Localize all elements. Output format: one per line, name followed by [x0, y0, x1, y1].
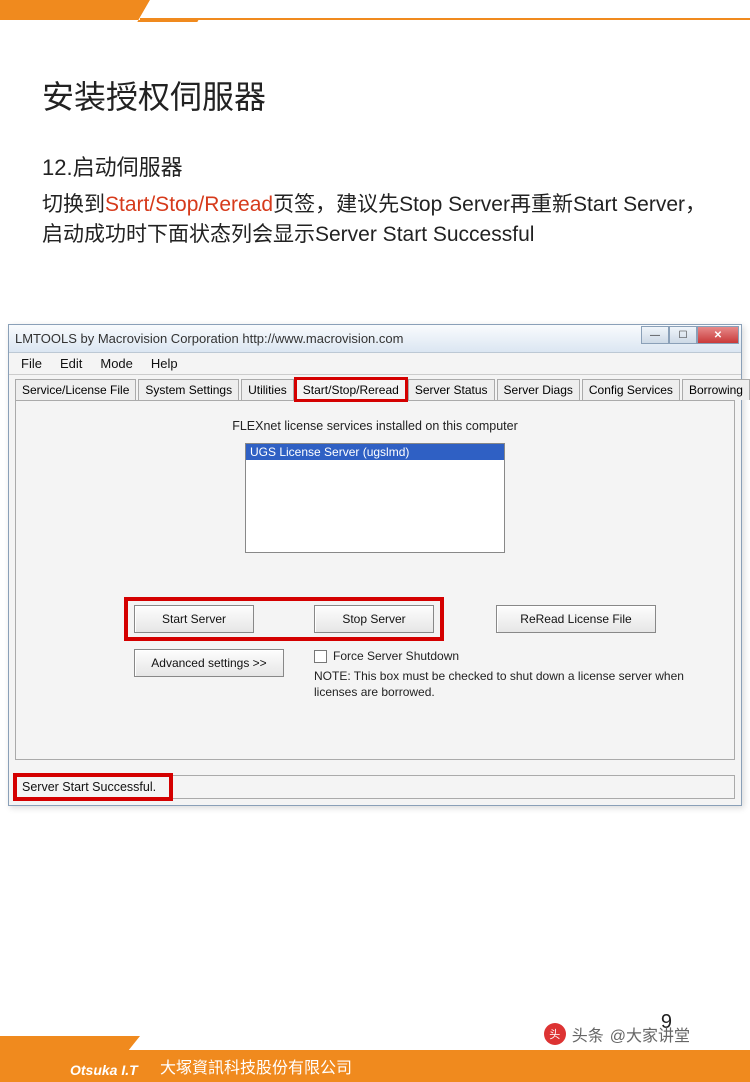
force-shutdown-label: Force Server Shutdown [333, 649, 459, 663]
reread-license-button[interactable]: ReRead License File [496, 605, 656, 633]
services-listbox[interactable]: UGS License Server (ugslmd) [245, 443, 505, 553]
tab-server-status[interactable]: Server Status [408, 379, 495, 400]
close-button[interactable]: ✕ [697, 326, 739, 344]
highlight-text: Start/Stop/Reread [105, 193, 273, 216]
tab-config-services[interactable]: Config Services [582, 379, 680, 400]
attribution-prefix: 头条 [572, 1022, 604, 1046]
attribution-badge-icon: 头 [544, 1023, 566, 1045]
top-accent-line [140, 18, 750, 20]
tab-borrowing[interactable]: Borrowing [682, 379, 750, 400]
note-text: NOTE: This box must be checked to shut d… [314, 669, 714, 700]
window-title: LMTOOLS by Macrovision Corporation http:… [15, 331, 403, 346]
minimize-icon: — [650, 330, 660, 341]
tab-server-diags[interactable]: Server Diags [497, 379, 580, 400]
lmtools-window: LMTOOLS by Macrovision Corporation http:… [8, 324, 742, 806]
status-bar: Server Start Successful. [15, 775, 735, 799]
page-title: 安装授权伺服器 [42, 72, 708, 118]
attribution-handle: @大家讲堂 [610, 1022, 690, 1046]
attribution: 头 头条 @大家讲堂 [544, 1022, 690, 1046]
window-buttons: — ☐ ✕ [641, 326, 739, 344]
menu-edit[interactable]: Edit [52, 354, 90, 373]
tab-panel: FLEXnet license services installed on th… [15, 400, 735, 760]
window-titlebar[interactable]: LMTOOLS by Macrovision Corporation http:… [9, 325, 741, 353]
start-server-button[interactable]: Start Server [134, 605, 254, 633]
menu-help[interactable]: Help [143, 354, 186, 373]
tab-system-settings[interactable]: System Settings [138, 379, 239, 400]
close-icon: ✕ [714, 330, 722, 341]
top-accent-shape [0, 0, 150, 20]
step-heading: 12.启动伺服器 [42, 150, 708, 182]
services-label: FLEXnet license services installed on th… [16, 419, 734, 433]
force-shutdown-checkbox[interactable] [314, 650, 327, 663]
list-item-selected[interactable]: UGS License Server (ugslmd) [246, 444, 504, 460]
footer-logo: Otsuka I.T [70, 1062, 138, 1078]
tab-utilities[interactable]: Utilities [241, 379, 294, 400]
minimize-button[interactable]: — [641, 326, 669, 344]
advanced-settings-button[interactable]: Advanced settings >> [134, 649, 284, 677]
menu-bar: File Edit Mode Help [9, 353, 741, 375]
status-text: Server Start Successful. [22, 780, 156, 794]
maximize-icon: ☐ [679, 330, 688, 341]
footer-company: 大塚資訊科技股份有限公司 [160, 1054, 352, 1078]
step-number: 12. [42, 155, 73, 180]
maximize-button[interactable]: ☐ [669, 326, 697, 344]
stop-server-button[interactable]: Stop Server [314, 605, 434, 633]
footer-accent-shape [0, 1036, 140, 1050]
menu-mode[interactable]: Mode [92, 354, 141, 373]
step-title: 启动伺服器 [73, 155, 183, 180]
tab-bar: Service/License File System Settings Uti… [9, 375, 741, 400]
force-shutdown-row: Force Server Shutdown [314, 649, 459, 663]
tab-start-stop-reread[interactable]: Start/Stop/Reread [296, 379, 406, 400]
menu-file[interactable]: File [13, 354, 50, 373]
tab-service-license[interactable]: Service/License File [15, 379, 136, 400]
step-description: 切换到Start/Stop/Reread页签，建议先Stop Server再重新… [42, 190, 708, 251]
slide-content: 安装授权伺服器 12.启动伺服器 切换到Start/Stop/Reread页签，… [42, 72, 708, 251]
